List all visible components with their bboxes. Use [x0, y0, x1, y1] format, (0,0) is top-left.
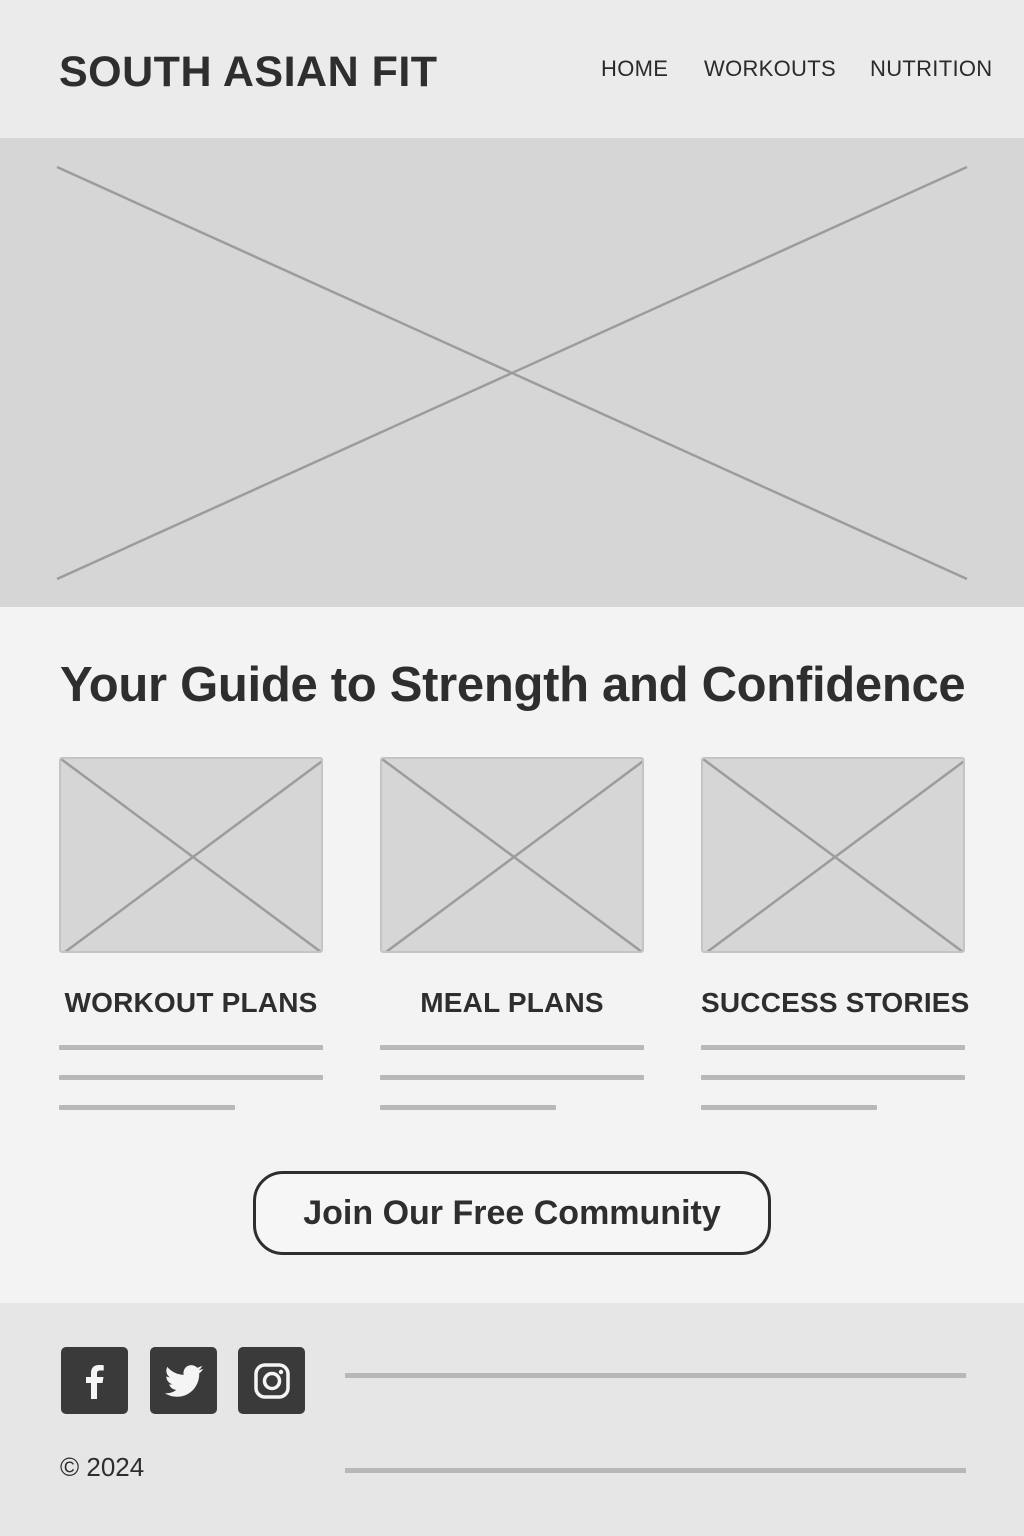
site-footer: © 2024 [0, 1303, 1024, 1536]
text-placeholder-line [59, 1075, 323, 1080]
feature-card-meal-plans[interactable]: MEAL PLANS [380, 757, 644, 1117]
text-placeholder-line [380, 1045, 644, 1050]
card-image [701, 757, 965, 953]
site-header: SOUTH ASIAN FIT HOME WORKOUTS NUTRITION [0, 0, 1024, 138]
text-placeholder-line [345, 1468, 966, 1473]
main-nav: HOME WORKOUTS NUTRITION [0, 56, 1024, 86]
page-headline: Your Guide to Strength and Confidence [60, 658, 966, 712]
image-placeholder-icon [61, 759, 321, 951]
twitter-link[interactable] [150, 1347, 217, 1414]
card-image [59, 757, 323, 953]
instagram-link[interactable] [238, 1347, 305, 1414]
copyright-text: © 2024 [60, 1452, 145, 1482]
facebook-icon [85, 1364, 104, 1399]
feature-card-workout-plans[interactable]: WORKOUT PLANS [59, 757, 323, 1117]
card-image [380, 757, 644, 953]
text-placeholder-line [701, 1105, 877, 1110]
text-placeholder-line [59, 1105, 235, 1110]
image-placeholder-icon [382, 759, 642, 951]
card-title: SUCCESS STORIES [701, 987, 970, 1018]
join-community-button[interactable]: Join Our Free Community [253, 1171, 771, 1255]
text-placeholder-line [380, 1105, 556, 1110]
image-placeholder-icon [703, 759, 963, 951]
page: SOUTH ASIAN FIT HOME WORKOUTS NUTRITION … [0, 0, 1024, 1536]
text-placeholder-line [345, 1373, 966, 1378]
text-placeholder-line [701, 1045, 965, 1050]
nav-link-home[interactable]: HOME [601, 56, 668, 82]
nav-link-workouts[interactable]: WORKOUTS [704, 56, 836, 82]
text-placeholder-line [380, 1075, 644, 1080]
hero-image [0, 138, 1024, 607]
facebook-link[interactable] [61, 1347, 128, 1414]
twitter-icon [164, 1364, 203, 1397]
text-placeholder-line [701, 1075, 965, 1080]
card-title: MEAL PLANS [420, 987, 604, 1018]
image-placeholder-icon [56, 165, 968, 581]
card-title: WORKOUT PLANS [64, 987, 318, 1018]
nav-link-nutrition[interactable]: NUTRITION [870, 56, 992, 82]
text-placeholder-line [59, 1045, 323, 1050]
instagram-icon [253, 1362, 290, 1399]
main-content: Your Guide to Strength and Confidence WO… [0, 607, 1024, 1303]
feature-card-success-stories[interactable]: SUCCESS STORIES [701, 757, 970, 1117]
